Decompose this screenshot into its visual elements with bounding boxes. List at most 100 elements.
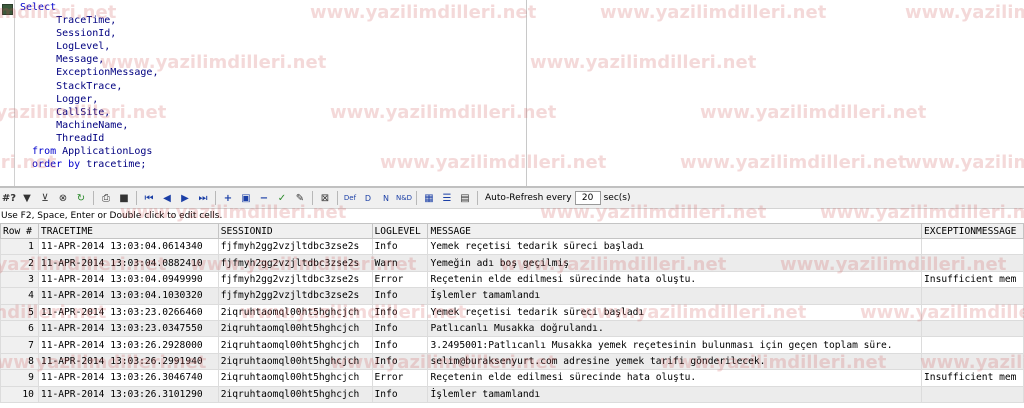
sql-line[interactable]: LogLevel,	[20, 40, 158, 53]
n-icon[interactable]: N	[379, 191, 393, 205]
table-row[interactable]: 5 11-APR-2014 13:03:23.0266460 2iqruhtaomq…	[0, 303, 1024, 321]
loglevel-cell[interactable]: Error	[371, 369, 429, 387]
sql-code[interactable]: Select TraceTime, SessionId, LogLevel, M…	[20, 1, 158, 171]
exceptionmessage-cell[interactable]	[921, 385, 1024, 403]
tracetime-cell[interactable]: 11-APR-2014 13:03:26.2991940	[37, 352, 219, 371]
results-grid[interactable]: Row # TRACETIME SESSIONID LOGLEVEL MESSAGE EX…	[0, 223, 1024, 403]
grid-view-icon[interactable]: ▦	[422, 191, 436, 205]
filter-icon[interactable]: ▼	[20, 191, 34, 205]
sql-line[interactable]: MachineName,	[20, 119, 158, 132]
d-icon[interactable]: D	[361, 191, 375, 205]
exceptionmessage-cell[interactable]	[921, 287, 1024, 305]
nd-icon[interactable]: N&D	[396, 191, 412, 205]
tracetime-cell[interactable]: 11-APR-2014 13:03:04.0882410	[37, 254, 219, 272]
prev-record-icon[interactable]: ◀	[160, 191, 174, 205]
message-cell[interactable]: selim@buraksenyurt.com adresine yemek ta…	[427, 352, 923, 371]
tracetime-cell[interactable]: 11-APR-2014 13:03:26.3101290	[37, 385, 219, 403]
loglevel-cell[interactable]: Info	[371, 385, 429, 403]
sessionid-cell[interactable]: 2iqruhtaomql00ht5hghcjch	[217, 303, 373, 321]
insert-record-icon[interactable]: ▣	[239, 191, 253, 205]
sessionid-cell[interactable]: fjfmyh2gg2vzjltdbc3zse2s	[217, 270, 373, 289]
table-row[interactable]: 1 11-APR-2014 13:03:04.0614340 fjfmyh2gg2v…	[0, 237, 1024, 256]
sql-line[interactable]: Select	[20, 1, 158, 14]
exceptionmessage-cell[interactable]	[921, 352, 1024, 371]
sql-line[interactable]: TraceTime,	[20, 14, 158, 27]
row-number-cell[interactable]: 8	[0, 352, 39, 371]
add-record-icon[interactable]: +	[221, 191, 235, 205]
table-row[interactable]: 8 11-APR-2014 13:03:26.2991940 2iqruhtaomq…	[0, 352, 1024, 371]
exceptionmessage-cell[interactable]	[921, 237, 1024, 256]
exceptionmessage-header[interactable]: EXCEPTIONMESSAGE	[921, 223, 1024, 239]
tracetime-header[interactable]: TRACETIME	[37, 223, 219, 239]
sessionid-cell[interactable]: fjfmyh2gg2vzjltdbc3zse2s	[217, 287, 373, 305]
message-cell[interactable]: İşlemler tamamlandı	[427, 287, 923, 305]
tracetime-cell[interactable]: 11-APR-2014 13:03:26.2928000	[37, 336, 219, 354]
sessionid-cell[interactable]: fjfmyh2gg2vzjltdbc3zse2s	[217, 254, 373, 272]
table-row[interactable]: 7 11-APR-2014 13:03:26.2928000 2iqruhtaomq…	[0, 336, 1024, 354]
auto-refresh-spinner[interactable]: 20	[574, 191, 601, 205]
row-number-cell[interactable]: 5	[0, 303, 39, 321]
row-number-cell[interactable]: 10	[0, 385, 39, 403]
message-cell[interactable]: Yemeğin adı boş geçilmiş	[427, 254, 923, 272]
sessionid-cell[interactable]: 2iqruhtaomql00ht5hghcjch	[217, 336, 373, 354]
clear-icon[interactable]: ⊠	[318, 191, 332, 205]
sessionid-cell[interactable]: fjfmyh2gg2vzjltdbc3zse2s	[217, 237, 373, 256]
sql-line[interactable]: ExceptionMessage,	[20, 66, 158, 79]
cancel-icon[interactable]: ⊗	[56, 191, 70, 205]
loglevel-cell[interactable]: Warn	[371, 254, 429, 272]
cancel-edit-icon[interactable]: ✎	[293, 191, 307, 205]
loglevel-cell[interactable]: Info	[371, 287, 429, 305]
message-cell[interactable]: İşlemler tamamlandı	[427, 385, 923, 403]
text-view-icon[interactable]: ▤	[458, 191, 472, 205]
print-icon[interactable]: ⎙	[99, 191, 113, 205]
row-number-header[interactable]: Row #	[0, 223, 39, 239]
loglevel-cell[interactable]: Info	[371, 336, 429, 354]
message-cell[interactable]: Reçetenin elde edilmesi sürecinde hata o…	[427, 270, 923, 289]
table-row[interactable]: 6 11-APR-2014 13:03:23.0347550 2iqruhtaomq…	[0, 319, 1024, 338]
next-record-icon[interactable]: ▶	[178, 191, 192, 205]
message-cell[interactable]: Patlıcanlı Musakka doğrulandı.	[427, 319, 923, 338]
loglevel-cell[interactable]: Error	[371, 270, 429, 289]
tracetime-cell[interactable]: 11-APR-2014 13:03:23.0347550	[37, 319, 219, 338]
row-number-cell[interactable]: 4	[0, 287, 39, 305]
refresh-icon[interactable]: ↻	[74, 191, 88, 205]
save-icon[interactable]: ■	[117, 191, 131, 205]
sessionid-cell[interactable]: 2iqruhtaomql00ht5hghcjch	[217, 352, 373, 371]
message-cell[interactable]: Yemek reçetisi tedarik süreci başladı	[427, 303, 923, 321]
table-row[interactable]: 3 11-APR-2014 13:03:04.0949990 fjfmyh2gg2v…	[0, 270, 1024, 289]
sql-line[interactable]: StackTrace,	[20, 80, 158, 93]
tracetime-cell[interactable]: 11-APR-2014 13:03:04.0614340	[37, 237, 219, 256]
def-icon[interactable]: Def	[343, 191, 357, 205]
sessionid-header[interactable]: SESSIONID	[217, 223, 373, 239]
message-header[interactable]: MESSAGE	[427, 223, 923, 239]
sql-line[interactable]: from ApplicationLogs	[20, 145, 158, 158]
record-view-icon[interactable]: ☰	[440, 191, 454, 205]
exceptionmessage-cell[interactable]	[921, 319, 1024, 338]
exceptionmessage-cell[interactable]	[921, 254, 1024, 272]
exceptionmessage-cell[interactable]: Insufficient mem	[921, 369, 1024, 387]
loglevel-cell[interactable]: Info	[371, 237, 429, 256]
table-row[interactable]: 2 11-APR-2014 13:03:04.0882410 fjfmyh2gg2v…	[0, 254, 1024, 272]
sql-line[interactable]: ThreadId	[20, 132, 158, 145]
row-number-cell[interactable]: 3	[0, 270, 39, 289]
table-row[interactable]: 10 11-APR-2014 13:03:26.3101290 2iqruhtaom…	[0, 385, 1024, 403]
exceptionmessage-cell[interactable]	[921, 336, 1024, 354]
sql-line[interactable]: CallSite,	[20, 106, 158, 119]
loglevel-header[interactable]: LOGLEVEL	[371, 223, 429, 239]
exceptionmessage-cell[interactable]: Insufficient mem	[921, 270, 1024, 289]
message-cell[interactable]: Reçetenin elde edilmesi sürecinde hata o…	[427, 369, 923, 387]
message-cell[interactable]: Yemek reçetisi tedarik süreci başladı	[427, 237, 923, 256]
tracetime-cell[interactable]: 11-APR-2014 13:03:04.0949990	[37, 270, 219, 289]
filter-clear-icon[interactable]: ⊻	[38, 191, 52, 205]
sessionid-cell[interactable]: 2iqruhtaomql00ht5hghcjch	[217, 369, 373, 387]
row-number-cell[interactable]: 6	[0, 319, 39, 338]
table-row[interactable]: 9 11-APR-2014 13:03:26.3046740 2iqruhtaomq…	[0, 369, 1024, 387]
sql-line[interactable]: order by tracetime;	[20, 158, 158, 171]
sql-line[interactable]: Message,	[20, 53, 158, 66]
sessionid-cell[interactable]: 2iqruhtaomql00ht5hghcjch	[217, 319, 373, 338]
post-icon[interactable]: ✓	[275, 191, 289, 205]
exceptionmessage-cell[interactable]	[921, 303, 1024, 321]
loglevel-cell[interactable]: Info	[371, 352, 429, 371]
loglevel-cell[interactable]: Info	[371, 303, 429, 321]
first-record-icon[interactable]: ⏮	[142, 191, 156, 205]
